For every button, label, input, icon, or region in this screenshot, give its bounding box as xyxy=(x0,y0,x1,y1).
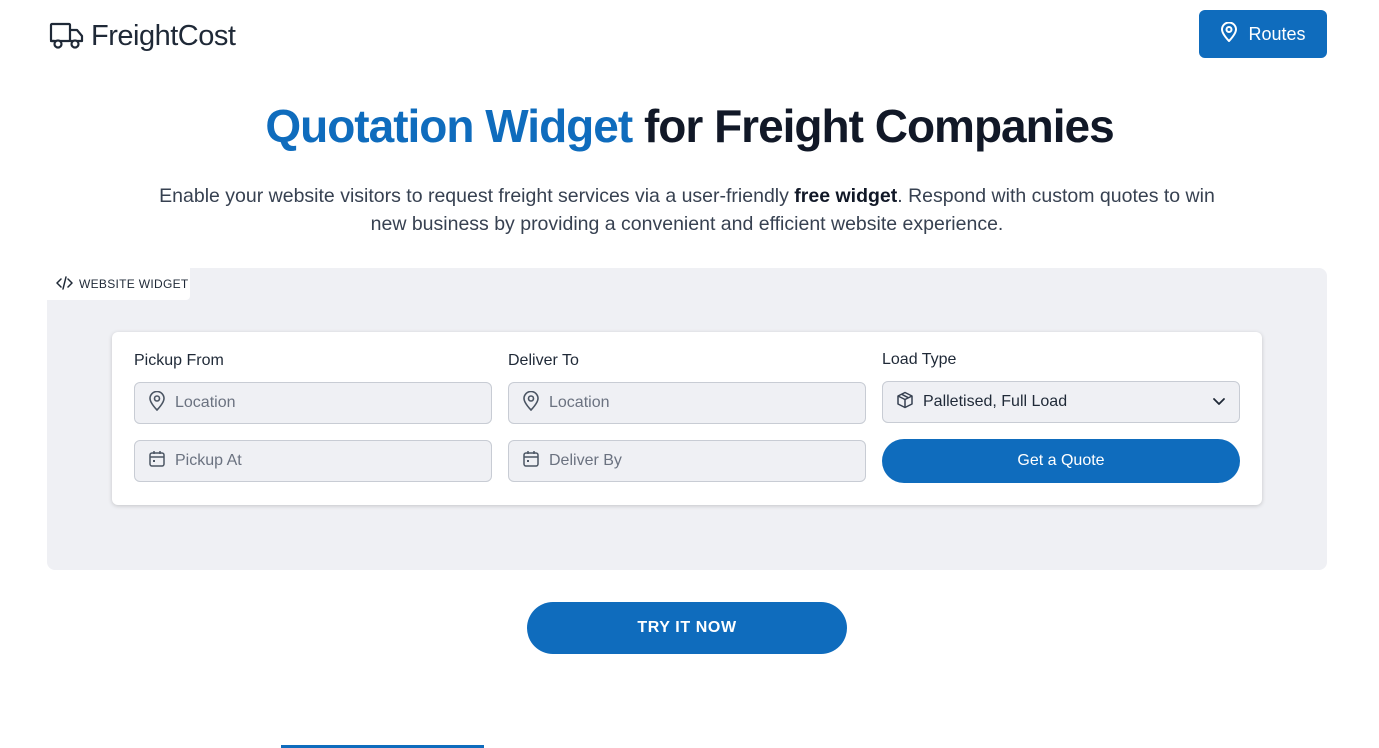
code-icon xyxy=(56,275,73,293)
deliver-by-input[interactable]: Deliver By xyxy=(508,440,866,482)
calendar-icon xyxy=(148,450,166,473)
subtitle-bold: free widget xyxy=(794,185,898,207)
quote-widget-card: Pickup From Deliver To Load Type Locatio… xyxy=(112,332,1262,505)
map-pin-icon xyxy=(148,390,166,416)
map-pin-icon xyxy=(1220,21,1238,47)
page-subtitle: Enable your website visitors to request … xyxy=(140,182,1234,238)
deliver-to-label: Deliver To xyxy=(508,352,579,369)
pickup-location-input[interactable]: Location xyxy=(134,382,492,424)
get-a-quote-button[interactable]: Get a Quote xyxy=(882,439,1240,483)
brand-name-part2: Cost xyxy=(177,20,236,52)
header: FreightCost Routes xyxy=(0,0,1379,70)
try-it-now-button[interactable]: TRY IT NOW xyxy=(527,602,847,654)
pickup-location-placeholder: Location xyxy=(175,394,236,411)
widget-demo-panel: WEBSITE WIDGET Pickup From Deliver To Lo… xyxy=(47,268,1327,570)
website-widget-label: WEBSITE WIDGET xyxy=(79,277,189,291)
load-type-value: Palletised, Full Load xyxy=(923,393,1068,410)
deliver-by-placeholder: Deliver By xyxy=(549,452,622,469)
load-type-select[interactable]: Palletised, Full Load xyxy=(882,381,1240,423)
pickup-from-label: Pickup From xyxy=(134,352,224,369)
map-pin-icon xyxy=(522,390,540,416)
calendar-icon xyxy=(522,450,540,473)
website-widget-tag: WEBSITE WIDGET xyxy=(47,268,190,300)
subtitle-part1: Enable your website visitors to request … xyxy=(159,185,795,207)
page-title-rest: for Freight Companies xyxy=(632,100,1115,152)
box-icon xyxy=(896,391,914,414)
chevron-down-icon xyxy=(1212,394,1226,413)
page-title: Quotation Widget for Freight Companies xyxy=(0,96,1379,156)
pickup-at-placeholder: Pickup At xyxy=(175,452,242,469)
deliver-location-placeholder: Location xyxy=(549,394,610,411)
page-title-accent: Quotation Widget xyxy=(265,100,633,152)
routes-button[interactable]: Routes xyxy=(1199,10,1327,58)
pickup-at-input[interactable]: Pickup At xyxy=(134,440,492,482)
brand-logo[interactable]: FreightCost xyxy=(49,18,236,54)
load-type-label: Load Type xyxy=(882,351,957,368)
truck-icon xyxy=(49,21,84,51)
brand-name: FreightCost xyxy=(91,18,236,54)
routes-button-label: Routes xyxy=(1248,23,1306,44)
brand-name-part1: Freight xyxy=(91,20,178,52)
deliver-location-input[interactable]: Location xyxy=(508,382,866,424)
